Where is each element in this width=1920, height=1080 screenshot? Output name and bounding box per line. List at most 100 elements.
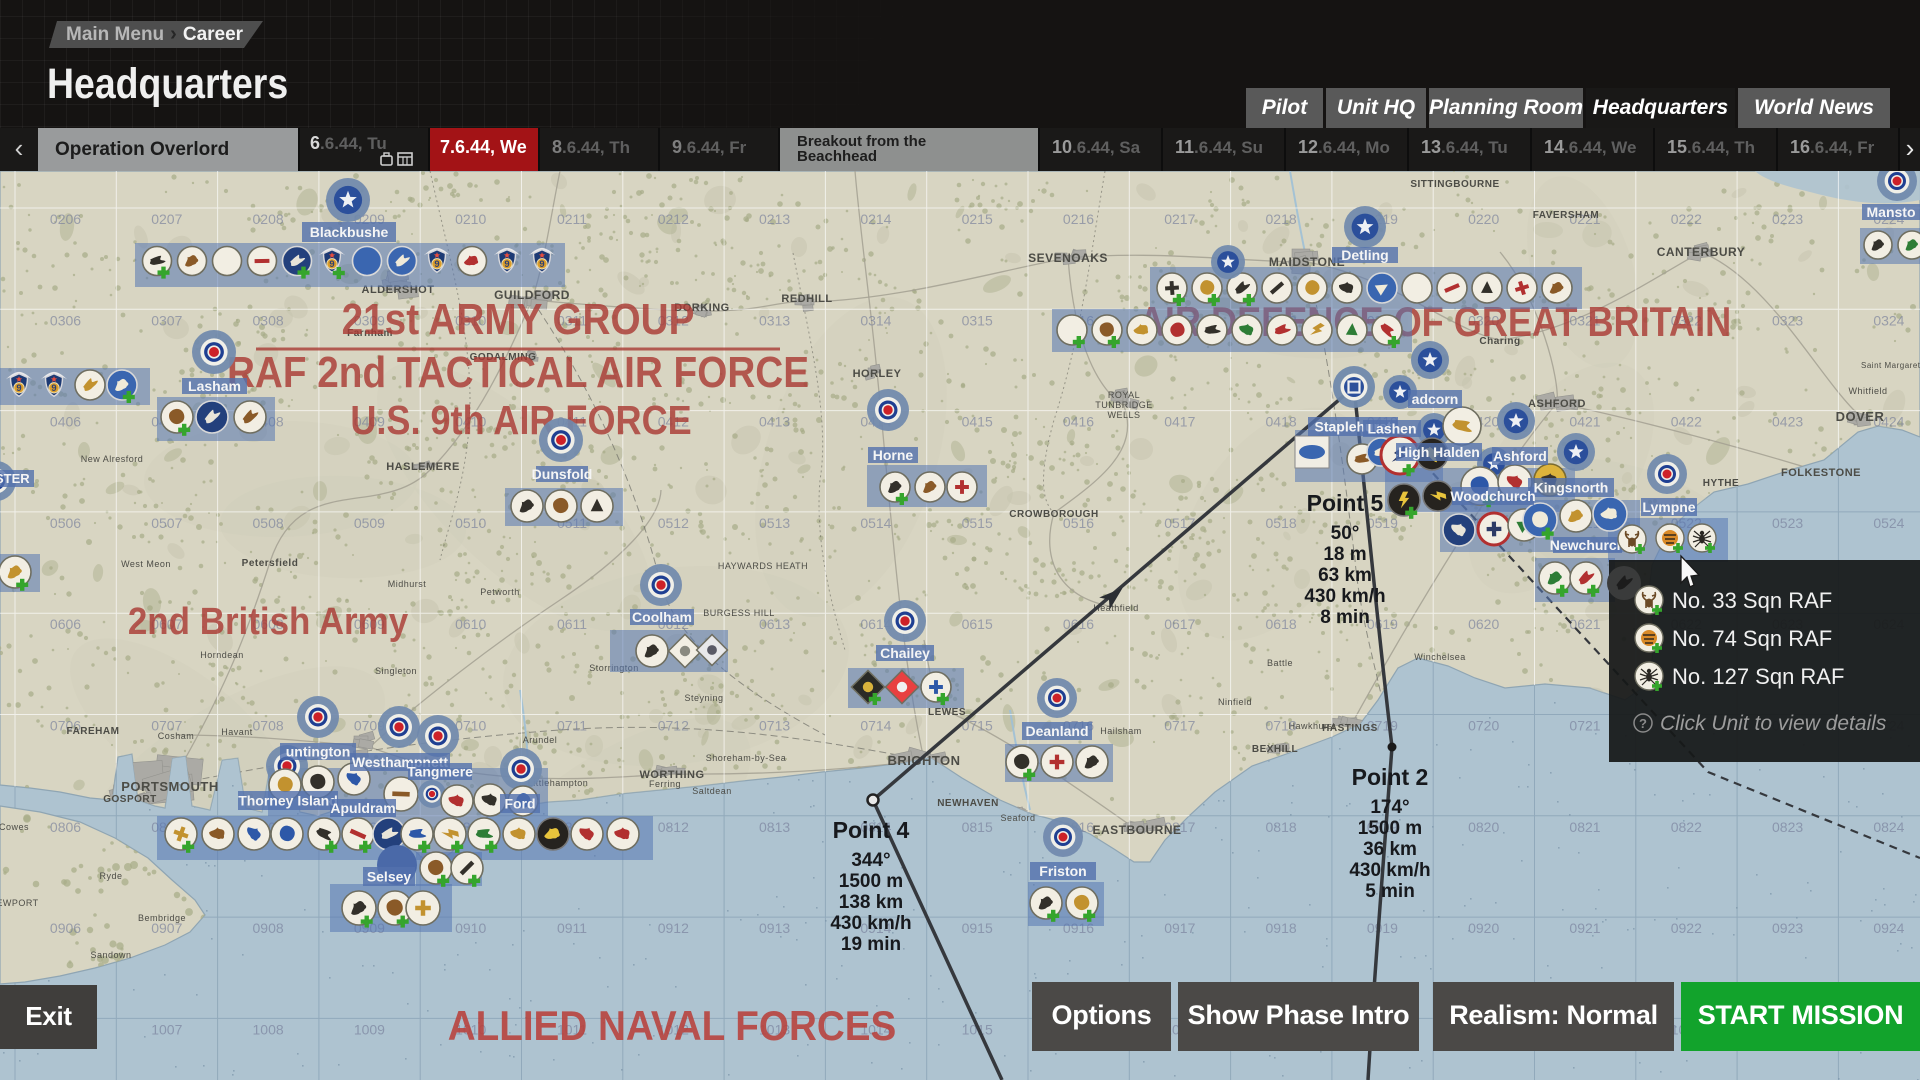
svg-text:0315: 0315 <box>962 312 993 328</box>
svg-text:SITTINGBOURNE: SITTINGBOURNE <box>1410 179 1499 190</box>
svg-text:0510: 0510 <box>455 515 486 531</box>
svg-text:Midhurst: Midhurst <box>388 579 427 589</box>
svg-text:0619: 0619 <box>1367 616 1398 632</box>
svg-text:0211: 0211 <box>557 211 587 227</box>
svg-text:138 km: 138 km <box>839 892 903 913</box>
svg-text:0920: 0920 <box>1468 920 1499 936</box>
svg-text:PORTSMOUTH: PORTSMOUTH <box>121 779 218 794</box>
svg-text:0821: 0821 <box>1569 819 1600 835</box>
svg-text:0523: 0523 <box>1772 515 1803 531</box>
svg-text:Ford: Ford <box>504 796 535 812</box>
svg-text:Saint Margarets: Saint Margarets <box>1861 361 1920 370</box>
svg-text:No. 127 Sqn RAF: No. 127 Sqn RAF <box>1672 664 1844 689</box>
svg-text:9: 9 <box>539 258 544 269</box>
svg-text:Singleton: Singleton <box>375 666 417 676</box>
svg-text:0417: 0417 <box>1164 414 1195 430</box>
svg-text:ROYAL: ROYAL <box>1108 390 1140 400</box>
svg-text:BEXHILL: BEXHILL <box>1252 744 1298 755</box>
svg-text:0824: 0824 <box>1873 819 1904 835</box>
svg-text:HASLEMERE: HASLEMERE <box>386 461 460 473</box>
svg-text:0921: 0921 <box>1569 920 1600 936</box>
svg-text:untington: untington <box>286 744 351 760</box>
svg-text:LEWES: LEWES <box>928 707 966 718</box>
svg-text:Ninfield: Ninfield <box>1218 697 1252 707</box>
svg-text:ALLIED NAVAL FORCES: ALLIED NAVAL FORCES <box>448 1001 897 1049</box>
svg-text:0611: 0611 <box>557 616 587 632</box>
svg-text:Point 2: Point 2 <box>1352 764 1429 790</box>
svg-text:FAVERSHAM: FAVERSHAM <box>1533 210 1600 221</box>
svg-text:430 km/h: 430 km/h <box>830 913 911 934</box>
svg-text:430 km/h: 430 km/h <box>1349 860 1430 881</box>
svg-text:0908: 0908 <box>253 920 284 936</box>
svg-text:0917: 0917 <box>1164 920 1195 936</box>
svg-text:50°: 50° <box>1331 523 1360 544</box>
svg-text:0222: 0222 <box>1671 211 1702 227</box>
svg-text:0512: 0512 <box>658 515 689 531</box>
svg-text:0615: 0615 <box>962 616 993 632</box>
svg-text:Lasham: Lasham <box>188 378 241 394</box>
svg-text:1009: 1009 <box>354 1021 385 1037</box>
svg-text:Shoreham-by-Sea: Shoreham-by-Sea <box>706 753 787 763</box>
svg-text:Friston: Friston <box>1039 863 1086 879</box>
svg-text:Bembridge: Bembridge <box>138 913 186 923</box>
svg-text:36 km: 36 km <box>1363 839 1417 860</box>
svg-text:0413: 0413 <box>759 414 790 430</box>
svg-text:Kingsnorth: Kingsnorth <box>1534 480 1609 496</box>
svg-text:0812: 0812 <box>658 819 689 835</box>
svg-text:No. 33 Sqn RAF: No. 33 Sqn RAF <box>1672 588 1832 613</box>
svg-text:0913: 0913 <box>759 920 790 936</box>
svg-text:Point 5: Point 5 <box>1307 490 1384 516</box>
svg-text:Horndean: Horndean <box>200 650 244 660</box>
svg-text:No. 74 Sqn RAF: No. 74 Sqn RAF <box>1672 626 1832 651</box>
svg-text:0919: 0919 <box>1367 920 1398 936</box>
svg-text:Ryde: Ryde <box>99 871 122 881</box>
svg-text:0508: 0508 <box>253 515 284 531</box>
svg-text:9: 9 <box>329 258 334 269</box>
svg-text:0509: 0509 <box>354 515 385 531</box>
svg-text:Thorney Island: Thorney Island <box>238 793 338 809</box>
svg-text:0323: 0323 <box>1772 312 1803 328</box>
svg-text:0513: 0513 <box>759 515 790 531</box>
svg-text:0621: 0621 <box>1569 616 1600 632</box>
svg-text:West Meon: West Meon <box>121 559 171 569</box>
svg-text:0910: 0910 <box>455 920 486 936</box>
svg-text:0922: 0922 <box>1671 920 1702 936</box>
svg-text:0617: 0617 <box>1164 616 1195 632</box>
svg-text:0223: 0223 <box>1772 211 1803 227</box>
svg-text:0416: 0416 <box>1063 414 1094 430</box>
svg-text:0806: 0806 <box>50 819 81 835</box>
svg-text:0324: 0324 <box>1873 312 1904 328</box>
svg-text:0610: 0610 <box>455 616 486 632</box>
svg-text:0519: 0519 <box>1367 515 1398 531</box>
svg-text:Ferring: Ferring <box>649 779 681 789</box>
svg-text:0307: 0307 <box>151 312 182 328</box>
svg-text:0818: 0818 <box>1266 819 1297 835</box>
svg-text:9: 9 <box>504 258 509 269</box>
svg-text:Steyning: Steyning <box>684 693 723 703</box>
svg-text:FOLKESTONE: FOLKESTONE <box>1781 467 1861 479</box>
svg-text:Seaford: Seaford <box>1000 813 1035 823</box>
svg-text:0514: 0514 <box>860 515 891 531</box>
svg-text:0711: 0711 <box>557 718 587 734</box>
svg-text:0217: 0217 <box>1164 211 1195 227</box>
svg-text:Deanland: Deanland <box>1025 723 1088 739</box>
svg-text:Woodchurch: Woodchurch <box>1450 488 1535 504</box>
svg-text:Hawkhurst: Hawkhurst <box>1288 721 1335 731</box>
svg-text:Cosham: Cosham <box>158 731 195 741</box>
svg-text:2nd British Army: 2nd British Army <box>128 600 409 643</box>
svg-text:430 km/h: 430 km/h <box>1304 586 1385 607</box>
svg-text:adcorn: adcorn <box>1412 391 1459 407</box>
svg-text:0308: 0308 <box>253 312 284 328</box>
svg-text:0415: 0415 <box>962 414 993 430</box>
svg-text:Detling: Detling <box>1341 247 1388 263</box>
svg-text:0712: 0712 <box>658 718 689 734</box>
svg-text:0210: 0210 <box>455 211 486 227</box>
svg-text:0717: 0717 <box>1164 718 1195 734</box>
svg-text:0418: 0418 <box>1266 414 1297 430</box>
svg-text:WELLS: WELLS <box>1107 410 1140 420</box>
svg-text:19 min: 19 min <box>841 934 901 955</box>
svg-text:ESTER: ESTER <box>0 471 30 486</box>
svg-text:0822: 0822 <box>1671 819 1702 835</box>
svg-text:0506: 0506 <box>50 515 81 531</box>
svg-text:CROWBOROUGH: CROWBOROUGH <box>1009 509 1098 520</box>
